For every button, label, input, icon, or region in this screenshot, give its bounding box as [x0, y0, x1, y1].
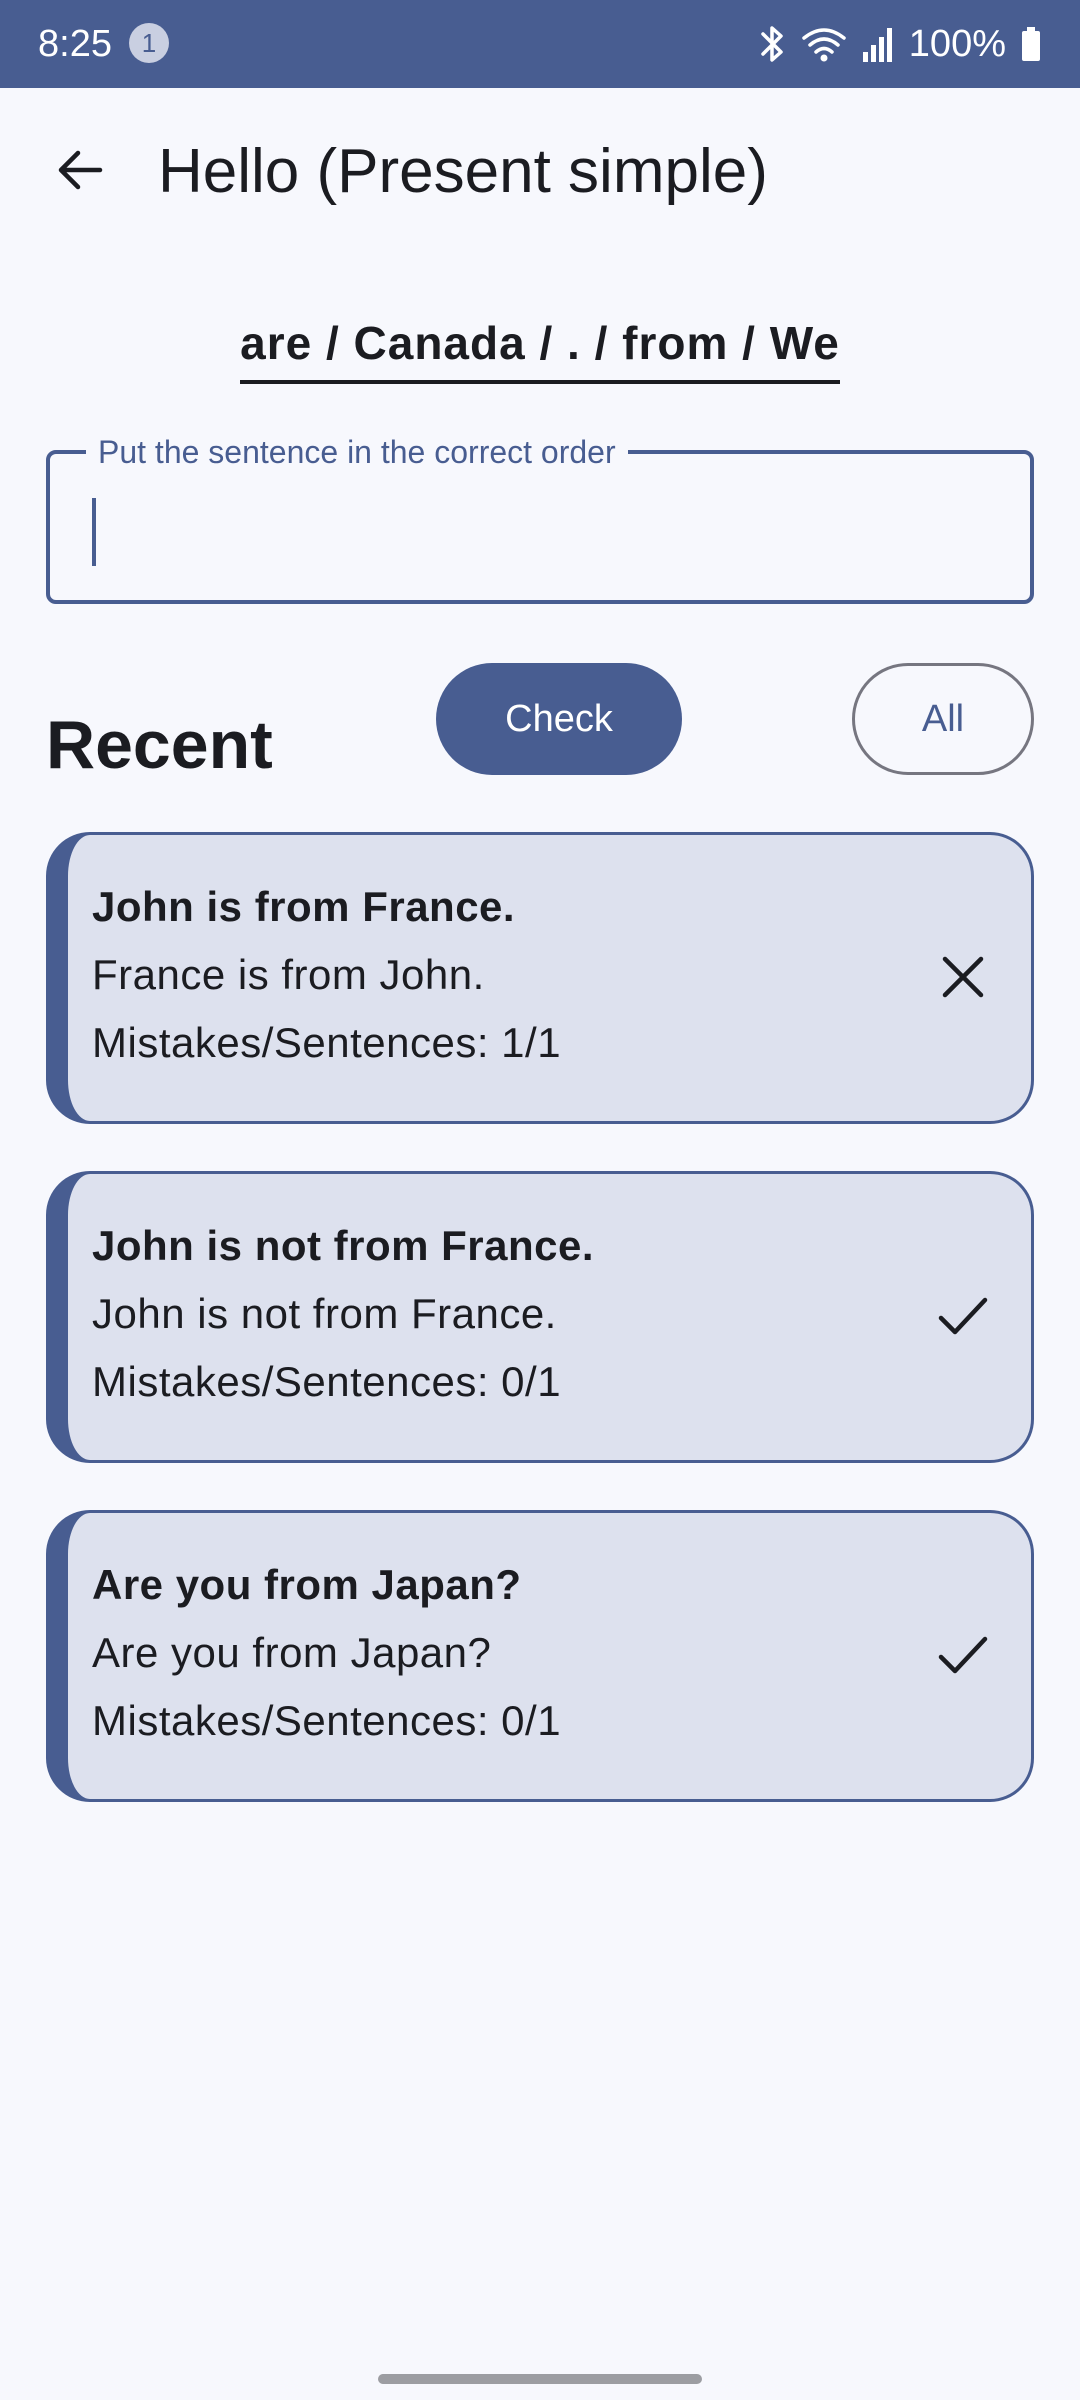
signal-icon — [861, 24, 895, 64]
back-button[interactable] — [38, 128, 122, 212]
recent-item-card[interactable]: John is from France. France is from John… — [46, 832, 1034, 1124]
status-icons: 100% — [759, 0, 1042, 88]
check-icon — [938, 1636, 988, 1674]
status-time: 8:25 — [38, 23, 112, 65]
gesture-navigation-bar[interactable] — [378, 2374, 702, 2384]
user-answer: France is from John. — [92, 951, 485, 998]
text-caret — [92, 498, 96, 566]
sentence-input-field[interactable]: Put the sentence in the correct order — [46, 432, 1034, 604]
mistakes-stats: Mistakes/Sentences: 0/1 — [92, 1697, 562, 1744]
close-icon — [942, 956, 984, 998]
page-title: Hello (Present simple) — [158, 137, 768, 206]
battery-icon — [1020, 24, 1042, 64]
correct-sentence: John is not from France. — [92, 1222, 595, 1269]
recent-item-card[interactable]: John is not from France. John is not fro… — [46, 1171, 1034, 1463]
all-button[interactable]: All — [852, 663, 1034, 775]
bluetooth-icon — [759, 24, 787, 64]
check-button[interactable]: Check — [436, 663, 682, 775]
notification-count-badge: 1 — [129, 23, 169, 63]
battery-percentage: 100% — [908, 22, 1006, 65]
input-label: Put the sentence in the correct order — [86, 432, 628, 472]
scrambled-words: are / Canada / . / from / We — [240, 312, 840, 384]
user-answer: Are you from Japan? — [92, 1629, 492, 1676]
arrow-back-icon — [58, 150, 103, 190]
correct-sentence: Are you from Japan? — [92, 1561, 522, 1608]
recent-heading: Recent — [46, 707, 273, 783]
scrambled-sentence: are / Canada / . / from / We — [0, 312, 1080, 384]
mistakes-stats: Mistakes/Sentences: 0/1 — [92, 1358, 562, 1405]
top-app-bar: Hello (Present simple) — [0, 88, 1080, 268]
mistakes-stats: Mistakes/Sentences: 1/1 — [92, 1019, 562, 1066]
status-bar: 8:25 1 100% — [0, 0, 1080, 88]
check-icon — [938, 1297, 988, 1335]
recent-item-card[interactable]: Are you from Japan? Are you from Japan? … — [46, 1510, 1034, 1802]
wifi-icon — [801, 24, 847, 64]
correct-sentence: John is from France. — [92, 883, 516, 930]
user-answer: John is not from France. — [92, 1290, 557, 1337]
